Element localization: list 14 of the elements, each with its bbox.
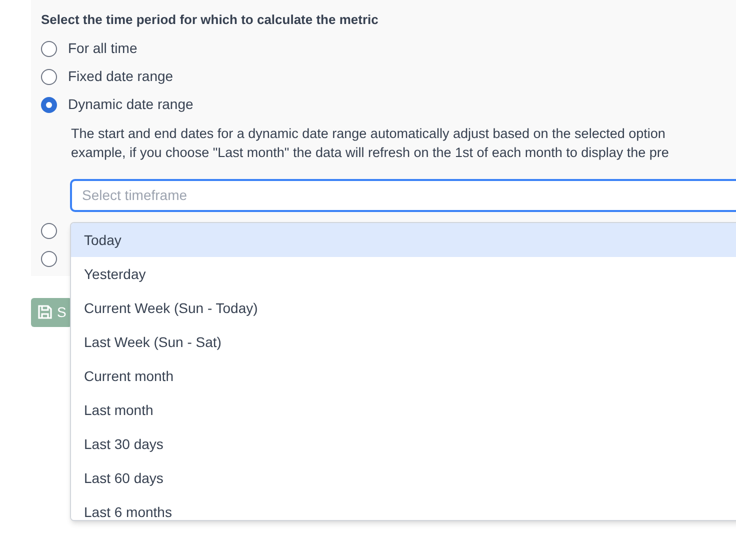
radio-label: Dynamic date range (68, 95, 194, 114)
radio-button[interactable] (41, 222, 57, 238)
description-text: The start and end dates for a dynamic date range automatically adjust based on the selected option (71, 124, 666, 142)
radio-label: Fixed date range (68, 67, 174, 86)
radio-button[interactable] (41, 250, 57, 266)
dropdown-option[interactable]: Last 6 months (71, 495, 736, 520)
radio-button[interactable] (41, 96, 57, 112)
radio-button[interactable] (41, 40, 57, 56)
timeframe-field[interactable]: Select timeframe (70, 178, 736, 212)
dropdown-option[interactable]: Today (71, 223, 736, 257)
radio-label: For all time (68, 39, 138, 58)
description-text: example, if you choose "Last month" the data will refresh on the 1st of each month to display the pre (71, 144, 669, 162)
radio-button[interactable] (41, 68, 57, 84)
section-heading: Select the time period for which to calculate the metric (41, 11, 380, 29)
